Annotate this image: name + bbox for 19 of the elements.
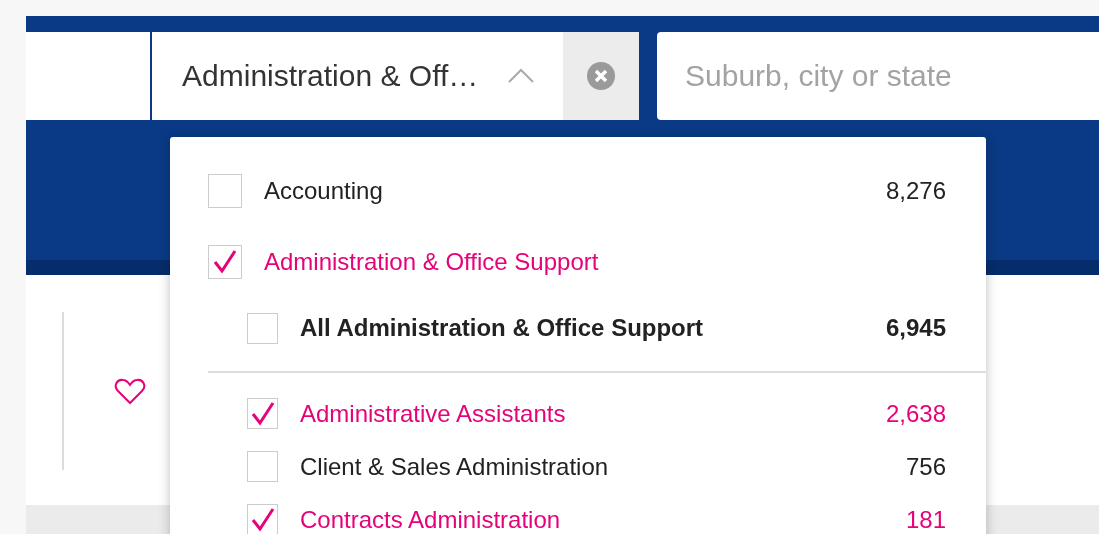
close-icon [586,61,616,91]
keyword-field[interactable] [26,32,151,120]
caret-icon [507,68,535,84]
checkbox[interactable] [247,451,278,482]
subcategory-option[interactable]: All Administration & Office Support 6,945 [208,297,946,359]
checkbox[interactable] [208,244,242,279]
subcategory-option[interactable]: Contracts Administration 181 [208,493,946,534]
checkbox[interactable] [247,504,278,534]
checkbox[interactable] [247,398,278,429]
checkbox[interactable] [208,173,242,208]
subcategory-option[interactable]: Client & Sales Administration 756 [208,440,946,493]
heart-icon[interactable] [114,377,146,405]
classification-dropdown[interactable]: Administration & Off… [152,32,563,120]
clear-button[interactable] [563,32,639,120]
checkbox[interactable] [247,312,278,344]
subcategory-option[interactable]: Administrative Assistants 2,638 [208,387,946,440]
category-option[interactable]: Administration & Office Support [208,226,946,297]
category-option[interactable]: Accounting 8,276 [208,155,946,226]
location-field[interactable]: Suburb, city or state [657,32,1099,120]
